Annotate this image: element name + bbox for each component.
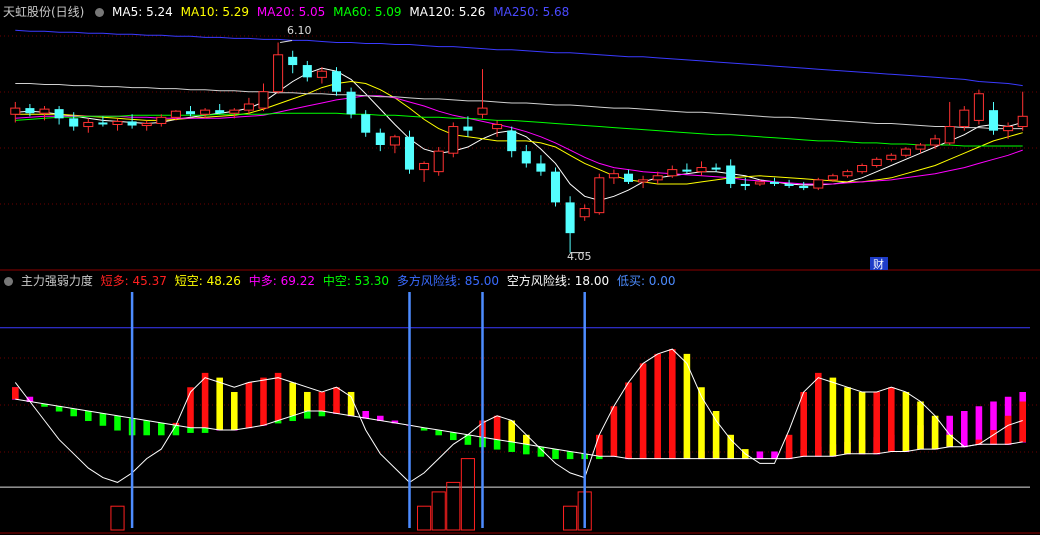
candle-body [973, 93, 984, 121]
candle-body [579, 208, 590, 218]
candle-body [857, 165, 868, 173]
candle-body [419, 162, 430, 171]
candle-body [842, 171, 853, 177]
candle-body [316, 70, 327, 78]
candle-body [769, 181, 780, 184]
candle-body [667, 169, 678, 177]
candle-body [10, 107, 21, 115]
candle-body [784, 183, 794, 186]
candle-body [521, 151, 531, 164]
candle-body [463, 126, 473, 131]
candle-body [871, 158, 882, 167]
candle-body [404, 136, 415, 170]
short-term-line [14, 348, 1023, 484]
candle-body [361, 114, 371, 133]
low-buy-bar [431, 491, 446, 531]
candle-body [127, 121, 137, 126]
candle-body [638, 179, 649, 183]
candle-body [433, 150, 444, 173]
candle-body [711, 167, 721, 170]
candle-body [346, 91, 356, 115]
candle-body [200, 109, 211, 115]
candle-body [536, 163, 546, 172]
mid-term-line [15, 398, 1023, 460]
candle-body [331, 71, 342, 92]
candle-body [112, 120, 123, 126]
high-price-label: 6.10 [287, 24, 312, 37]
low-buy-bar [446, 481, 461, 531]
low-buy-bar [417, 505, 432, 531]
candle-body [302, 65, 312, 78]
candle-body [288, 56, 298, 66]
candle-body [915, 144, 926, 150]
candle-body [594, 177, 605, 214]
candle-body [229, 109, 240, 114]
stock-chart[interactable]: 6.10 4.05 财 [0, 0, 1040, 535]
chart-frame [0, 35, 1040, 534]
candle-body [565, 202, 575, 234]
candle-body [608, 173, 619, 179]
candle-body [813, 179, 824, 189]
finance-marker[interactable]: 财 [873, 257, 884, 271]
candle-body [507, 130, 517, 152]
candle-body [900, 148, 911, 156]
candle-body [740, 183, 750, 186]
candle-body [959, 109, 970, 128]
candle-body [682, 169, 692, 172]
ma-line-ma10 [15, 80, 1023, 185]
low-price-label: 4.05 [567, 250, 592, 263]
high-price-pointer [280, 40, 293, 43]
candle-body [448, 126, 459, 154]
candle-body [83, 121, 94, 128]
candle-body [944, 126, 955, 144]
low-buy-bar [460, 458, 475, 531]
candle-body [25, 108, 35, 114]
candle-body [477, 107, 488, 115]
candle-body [54, 109, 64, 119]
price-panel [10, 29, 1028, 254]
candle-body [375, 132, 385, 145]
candle-body [726, 165, 736, 184]
candle-body [623, 173, 634, 182]
candle-body [98, 122, 108, 125]
candle-body [39, 108, 50, 114]
candle-body [1003, 126, 1014, 132]
candle-body [243, 103, 254, 111]
candle-body [827, 175, 838, 181]
candle-body [492, 124, 503, 130]
ma-line-ma250 [15, 29, 1023, 87]
candle-body [696, 167, 707, 173]
candle-body [754, 181, 765, 185]
candle-body [185, 111, 196, 115]
ma-line-ma20 [15, 95, 1023, 185]
candle-body [988, 110, 999, 131]
candle-body [215, 110, 225, 114]
low-buy-bar [563, 505, 578, 531]
candle-body [389, 136, 400, 146]
candle-body [69, 118, 79, 127]
candle-body [652, 175, 663, 181]
candle-body [273, 54, 284, 93]
candle-body [1017, 115, 1028, 128]
candle-body [550, 171, 561, 203]
candle-body [886, 154, 897, 160]
candle-body [258, 91, 269, 109]
candle-body [930, 138, 941, 146]
indicator-panel [0, 292, 1030, 531]
candle-body [141, 122, 152, 127]
low-buy-bar [110, 505, 125, 531]
candle-body [799, 186, 809, 189]
candle-body [156, 116, 167, 124]
candle-body [170, 110, 181, 118]
